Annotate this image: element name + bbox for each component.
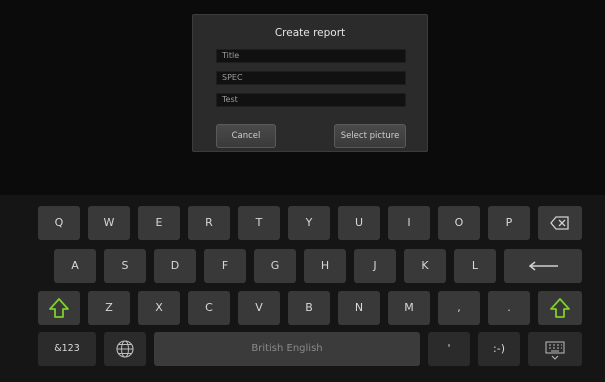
space-key[interactable]: British English	[154, 332, 420, 366]
shift-arrow-icon	[550, 298, 570, 318]
shift-right-key[interactable]	[538, 291, 582, 325]
key-m[interactable]: M	[388, 291, 430, 325]
key-x[interactable]: X	[138, 291, 180, 325]
keyboard-hide-icon	[545, 341, 565, 360]
key-r[interactable]: R	[188, 206, 230, 240]
backspace-key[interactable]	[538, 206, 582, 240]
on-screen-keyboard: Q W E R T Y U I O P A S D F G H J K L Z …	[0, 195, 605, 382]
backspace-icon	[550, 216, 569, 230]
key-e[interactable]: E	[138, 206, 180, 240]
key-u[interactable]: U	[338, 206, 380, 240]
key-k[interactable]: K	[404, 249, 446, 283]
key-h[interactable]: H	[304, 249, 346, 283]
symbols-key[interactable]: &123	[38, 332, 96, 366]
globe-icon	[116, 340, 134, 358]
shift-arrow-icon	[49, 298, 69, 318]
key-j[interactable]: J	[354, 249, 396, 283]
key-v[interactable]: V	[238, 291, 280, 325]
key-o[interactable]: O	[438, 206, 480, 240]
key-period[interactable]: .	[488, 291, 530, 325]
key-d[interactable]: D	[154, 249, 196, 283]
enter-arrow-icon	[528, 261, 558, 271]
language-key[interactable]	[104, 332, 146, 366]
key-l[interactable]: L	[454, 249, 496, 283]
key-a[interactable]: A	[54, 249, 96, 283]
create-report-dialog: Create report Title SPEC Test Cancel Sel…	[192, 14, 428, 152]
key-g[interactable]: G	[254, 249, 296, 283]
key-y[interactable]: Y	[288, 206, 330, 240]
key-p[interactable]: P	[488, 206, 530, 240]
smiley-key[interactable]: :-)	[478, 332, 520, 366]
cancel-button[interactable]: Cancel	[216, 124, 276, 148]
apostrophe-key[interactable]: '	[428, 332, 470, 366]
key-b[interactable]: B	[288, 291, 330, 325]
test-field[interactable]: Test	[216, 93, 406, 107]
key-z[interactable]: Z	[88, 291, 130, 325]
title-field[interactable]: Title	[216, 49, 406, 63]
enter-key[interactable]	[504, 249, 582, 283]
key-i[interactable]: I	[388, 206, 430, 240]
key-q[interactable]: Q	[38, 206, 80, 240]
key-f[interactable]: F	[204, 249, 246, 283]
hide-keyboard-key[interactable]	[528, 332, 582, 366]
key-n[interactable]: N	[338, 291, 380, 325]
key-comma[interactable]: ,	[438, 291, 480, 325]
key-w[interactable]: W	[88, 206, 130, 240]
spec-field[interactable]: SPEC	[216, 71, 406, 85]
key-c[interactable]: C	[188, 291, 230, 325]
shift-left-key[interactable]	[38, 291, 80, 325]
dialog-title: Create report	[274, 27, 346, 39]
key-t[interactable]: T	[238, 206, 280, 240]
select-picture-button[interactable]: Select picture	[334, 124, 406, 148]
key-s[interactable]: S	[104, 249, 146, 283]
